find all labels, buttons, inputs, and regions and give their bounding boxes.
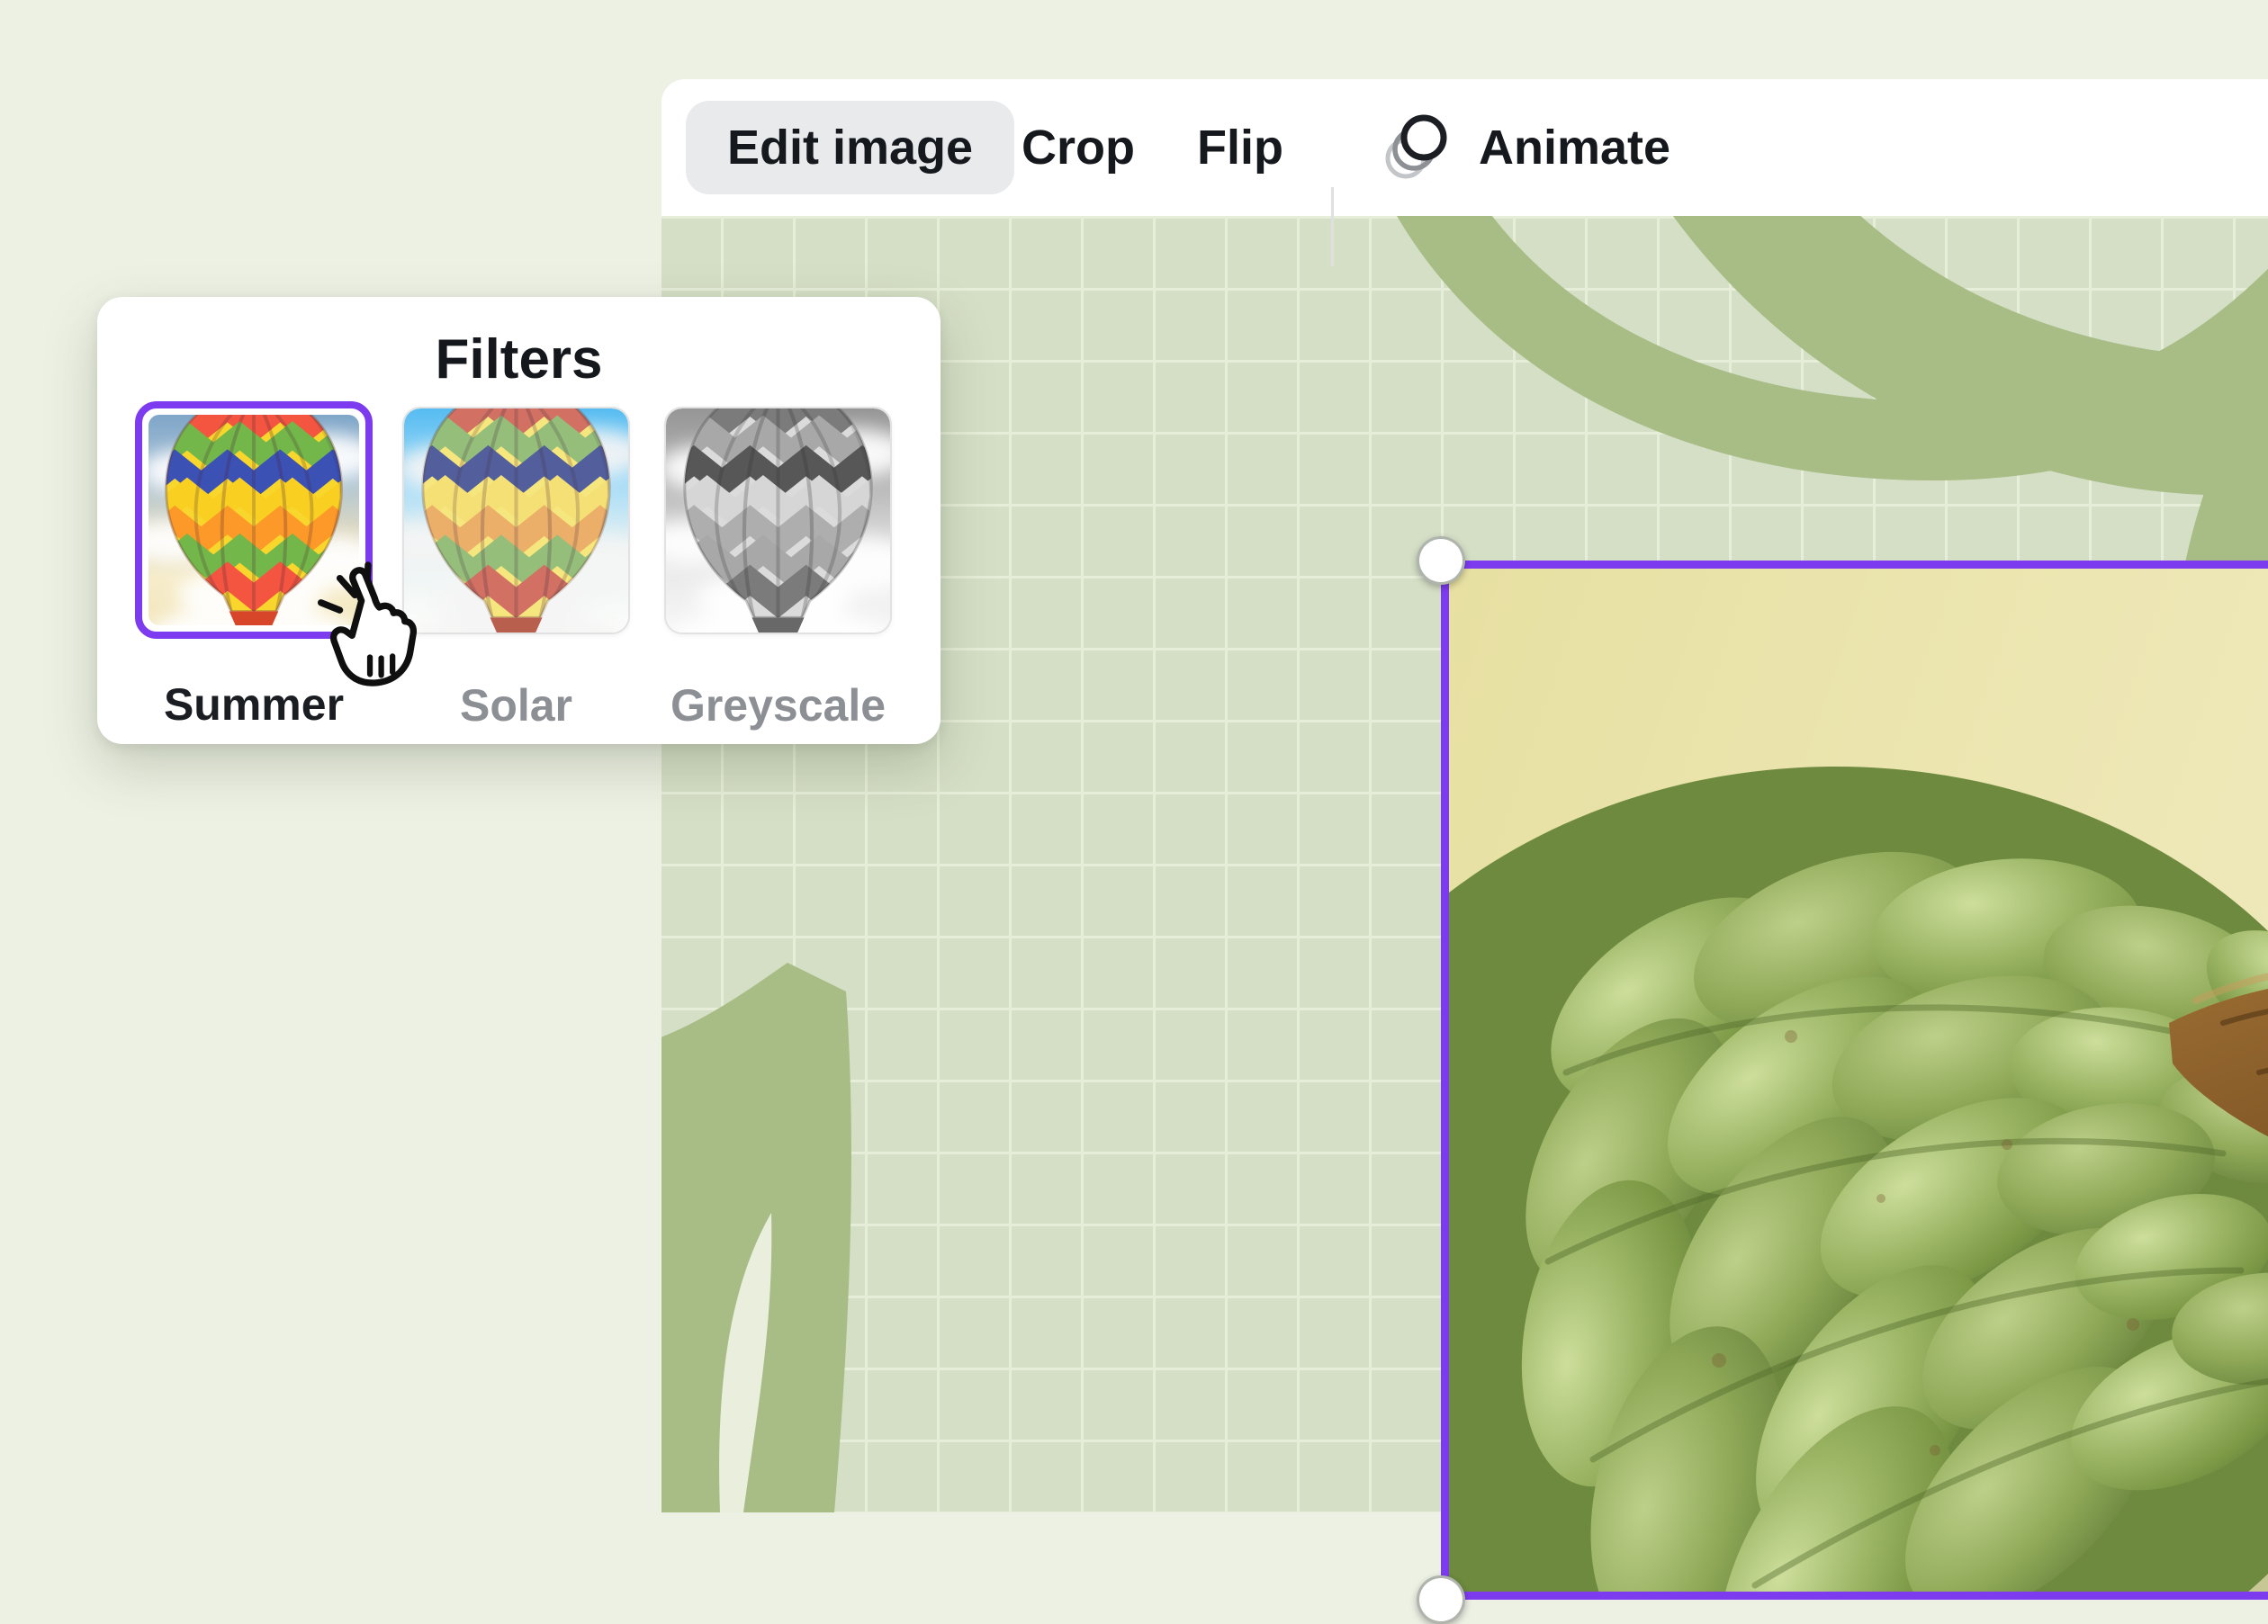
custard-apple-photo bbox=[1449, 569, 2268, 1592]
filter-option-greyscale[interactable]: Greyscale bbox=[664, 407, 892, 731]
balloon-preview-greyscale bbox=[666, 408, 890, 633]
selection-handle-top-left[interactable] bbox=[1417, 536, 1465, 585]
animate-button[interactable]: Animate bbox=[1382, 79, 1670, 216]
filter-option-solar[interactable]: Solar bbox=[402, 407, 630, 731]
click-cursor-icon bbox=[308, 551, 430, 704]
animate-label: Animate bbox=[1479, 120, 1670, 175]
filter-thumbnail-solar bbox=[402, 407, 630, 634]
balloon-preview-solar bbox=[404, 408, 628, 633]
filters-panel: Filters Summer Solar bbox=[97, 297, 940, 744]
swoosh-bottom-left bbox=[662, 963, 851, 1512]
filter-thumbnail-greyscale bbox=[664, 407, 892, 634]
context-toolbar: Edit image Crop Flip Animate bbox=[662, 79, 2268, 216]
animate-motion-icon bbox=[1382, 112, 1452, 184]
flip-button[interactable]: Flip bbox=[1197, 79, 1283, 216]
selected-image-frame[interactable] bbox=[1441, 561, 2268, 1600]
edit-image-button[interactable]: Edit image bbox=[686, 101, 1014, 194]
selection-handle-bottom-left[interactable] bbox=[1417, 1575, 1465, 1624]
filter-label-greyscale: Greyscale bbox=[664, 679, 892, 731]
filters-title: Filters bbox=[97, 327, 940, 391]
crop-button[interactable]: Crop bbox=[1022, 79, 1135, 216]
filter-label-solar: Solar bbox=[402, 679, 630, 731]
toolbar-divider bbox=[1331, 187, 1334, 266]
